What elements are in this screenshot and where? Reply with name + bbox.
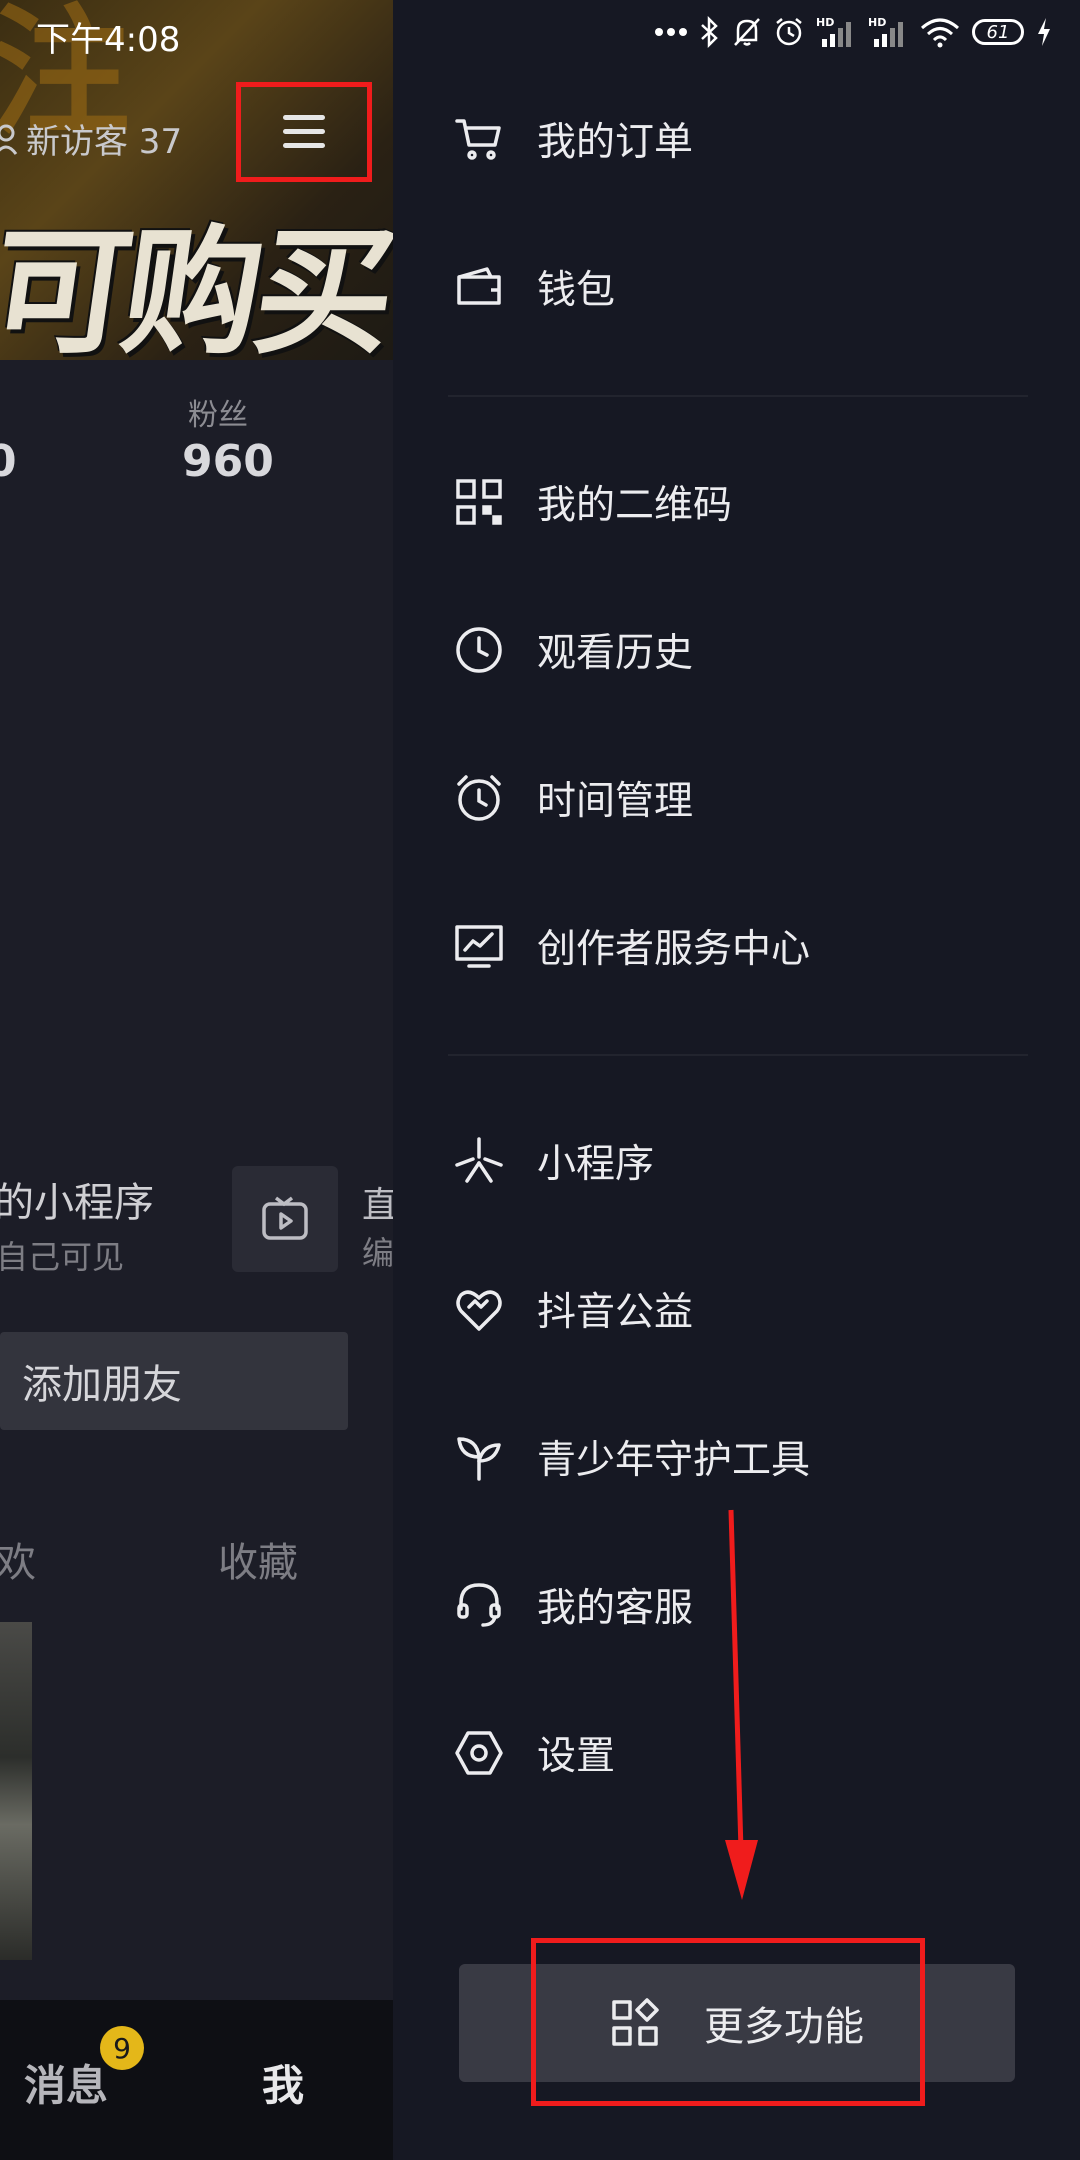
wallet-icon (453, 261, 505, 313)
fans-count[interactable]: 960 (182, 436, 274, 487)
menu-divider (448, 395, 1028, 397)
mini-program-subtitle: 自己可见 (0, 1238, 125, 1276)
creator-chart-icon (453, 920, 505, 972)
nav-messages[interactable]: 消息 (24, 2052, 108, 2113)
cart-icon (453, 113, 505, 165)
settings-hexagon-icon (453, 1727, 505, 1779)
banner-text: 可购买 (0, 212, 393, 373)
menu-item-charity[interactable]: 抖音公益 (453, 1264, 1013, 1354)
menu-item-wallet[interactable]: 钱包 (453, 242, 1013, 332)
add-friend-button[interactable]: 添加朋友 (0, 1332, 348, 1430)
following-count[interactable]: 0 (0, 436, 17, 487)
menu-label: 我的客服 (537, 1586, 694, 1631)
menu-label: 我的订单 (537, 120, 694, 165)
qrcode-icon (453, 476, 505, 528)
menu-item-time-management[interactable]: 时间管理 (453, 753, 1013, 843)
person-icon (0, 124, 18, 155)
menu-label: 小程序 (537, 1142, 655, 1187)
headset-icon (453, 1579, 505, 1631)
more-dots-icon (654, 14, 688, 50)
alarm-icon (774, 14, 804, 50)
mini-program-title[interactable]: 的小程序 (0, 1170, 154, 1228)
menu-divider (448, 1054, 1028, 1056)
video-thumbnail[interactable] (0, 1622, 32, 1960)
menu-label: 抖音公益 (537, 1290, 694, 1335)
menu-label: 青少年守护工具 (537, 1438, 811, 1483)
menu-label: 我的二维码 (537, 483, 733, 528)
status-icons: HD HD 61 (654, 10, 1052, 54)
hd-signal-icon: HD (816, 14, 856, 50)
menu-item-settings[interactable]: 设置 (453, 1708, 1013, 1798)
svg-text:HD: HD (816, 16, 834, 29)
mini-program-icon (453, 1135, 505, 1187)
tab-likes[interactable]: 欢 (0, 1530, 36, 1588)
menu-item-customer-service[interactable]: 我的客服 (453, 1560, 1013, 1650)
hamburger-menu-button[interactable] (236, 82, 372, 182)
mute-bell-icon (732, 14, 762, 50)
live-title-fragment: 直 (362, 1185, 393, 1226)
wifi-icon (920, 14, 960, 50)
menu-label: 观看历史 (537, 631, 694, 676)
menu-item-my-orders[interactable]: 我的订单 (453, 94, 1013, 184)
menu-label: 创作者服务中心 (537, 927, 811, 972)
sprout-icon (453, 1431, 505, 1483)
hd-signal-icon: HD (868, 14, 908, 50)
new-visitors[interactable]: 新访客 37 (0, 114, 182, 163)
charity-heart-icon (453, 1283, 505, 1335)
fans-label: 粉丝 (188, 398, 248, 433)
bluetooth-icon (700, 14, 720, 50)
charging-icon (1036, 14, 1052, 50)
nav-me[interactable]: 我 (262, 2052, 304, 2113)
hamburger-icon (283, 115, 325, 149)
menu-label: 设置 (537, 1734, 616, 1779)
menu-item-creator-center[interactable]: 创作者服务中心 (453, 901, 1013, 991)
tab-favorites[interactable]: 收藏 (218, 1530, 298, 1588)
side-drawer-menu: 我的订单 钱包 我的二维码 观看历史 时间管理 创作者服务中心 小程序 抖音公益… (393, 0, 1080, 2160)
live-subtitle-fragment: 编 (362, 1234, 393, 1272)
annotation-highlight-box (531, 1938, 925, 2106)
visitor-label: 新访客 37 (26, 122, 183, 162)
alarm-clock-icon (453, 772, 505, 824)
live-tile[interactable] (232, 1166, 338, 1272)
clock-icon (453, 624, 505, 676)
menu-label: 时间管理 (537, 779, 694, 824)
menu-item-my-qrcode[interactable]: 我的二维码 (453, 457, 1013, 547)
menu-label: 钱包 (537, 268, 616, 313)
messages-badge: 9 (100, 2026, 144, 2070)
menu-item-mini-programs[interactable]: 小程序 (453, 1116, 1013, 1206)
menu-item-watch-history[interactable]: 观看历史 (453, 605, 1013, 695)
profile-page-background: 注 可购买 新访客 37 0 粉丝 960 的小程序 自己可见 直 编 添加朋友… (0, 0, 393, 2160)
status-time: 下午4:08 (36, 20, 181, 60)
svg-text:HD: HD (868, 16, 886, 29)
battery-icon: 61 (972, 19, 1024, 45)
menu-item-youth-protection[interactable]: 青少年守护工具 (453, 1412, 1013, 1502)
tv-play-icon (262, 1196, 308, 1240)
